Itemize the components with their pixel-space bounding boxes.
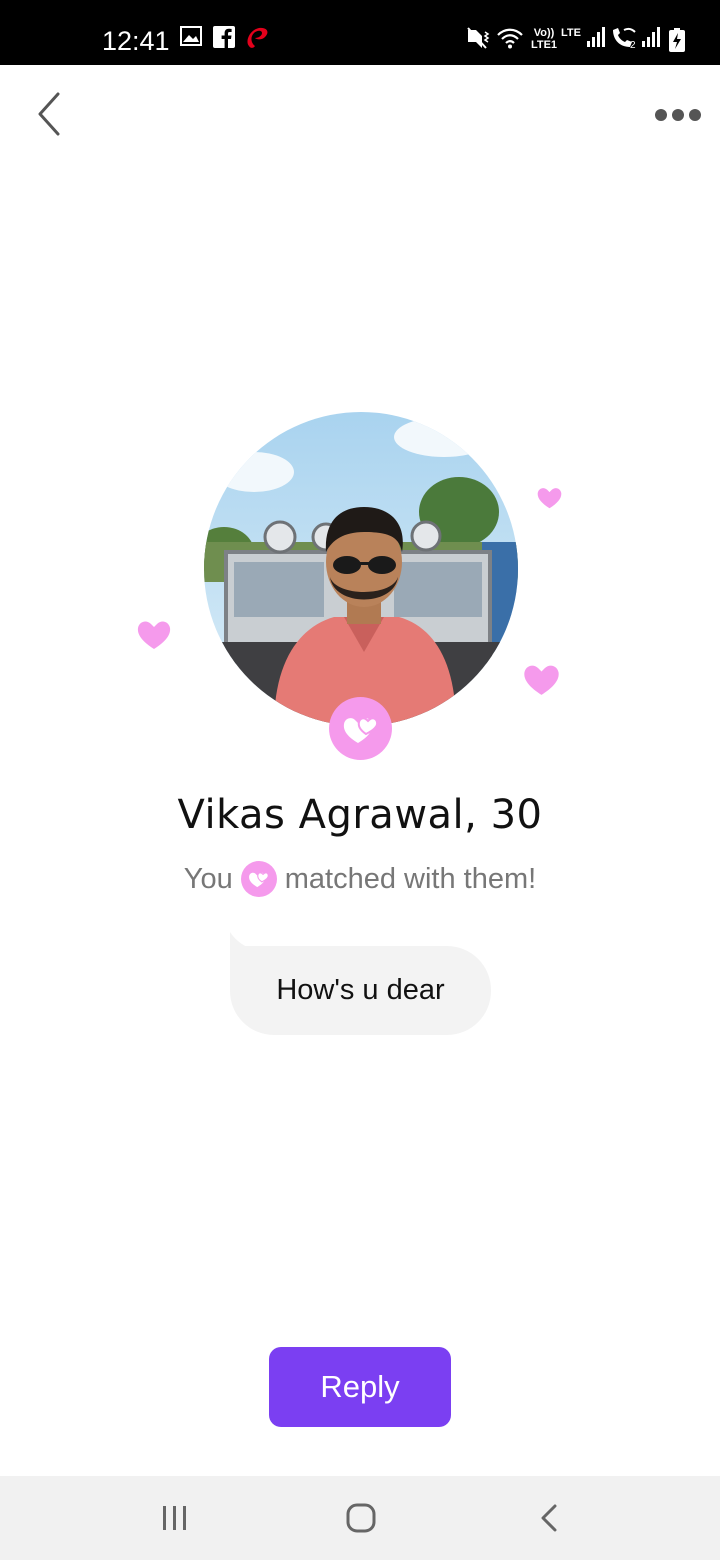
more-options-button[interactable]: [650, 100, 706, 130]
match-hearts-icon: [248, 872, 269, 888]
signal-icon-2: [642, 27, 660, 47]
mute-vibrate-icon: [467, 27, 490, 49]
message-text: How's u dear: [276, 974, 445, 1006]
battery-charging-icon: [669, 28, 685, 52]
match-suffix: matched with them!: [284, 862, 537, 895]
recents-button[interactable]: [151, 1498, 199, 1538]
heart-icon: [537, 488, 562, 509]
status-bar: 12:41 Vo)) LTE1 LTE 2: [0, 0, 720, 65]
match-mini-badge: [240, 861, 277, 897]
profile-photo[interactable]: [204, 412, 518, 726]
back-button[interactable]: [28, 88, 72, 140]
match-hearts-icon: [343, 716, 378, 743]
wifi-calling-icon: 2: [613, 27, 636, 50]
heart-icon: [524, 665, 559, 695]
navigation-bar: [0, 1476, 720, 1560]
profile-photo-image: [204, 412, 518, 726]
status-time: 12:41: [102, 26, 170, 56]
home-icon: [346, 1503, 376, 1533]
signal-icon: [587, 27, 605, 47]
nav-back-button[interactable]: [525, 1498, 573, 1538]
facebook-icon: [213, 26, 235, 48]
profile-name: Vikas Agrawal, 30: [177, 792, 543, 838]
more-horizontal-icon: [655, 109, 701, 121]
message-bubble[interactable]: How's u dear: [230, 946, 491, 1035]
gallery-icon: [180, 26, 202, 46]
recents-icon: [163, 1506, 186, 1530]
back-icon: [541, 1504, 557, 1532]
airtel-icon: [247, 27, 268, 48]
home-button[interactable]: [337, 1498, 385, 1538]
match-prefix: You: [183, 862, 233, 895]
network-text-2: LTE: [561, 27, 581, 39]
network-text-1: Vo)) LTE1: [530, 27, 558, 51]
reply-button[interactable]: Reply: [269, 1347, 451, 1427]
match-badge: [329, 697, 392, 760]
chevron-left-icon: [38, 92, 60, 136]
heart-icon: [137, 621, 171, 649]
match-text: You matched with them!: [0, 859, 720, 899]
svg-text:2: 2: [630, 40, 636, 50]
wifi-icon: [497, 28, 523, 49]
